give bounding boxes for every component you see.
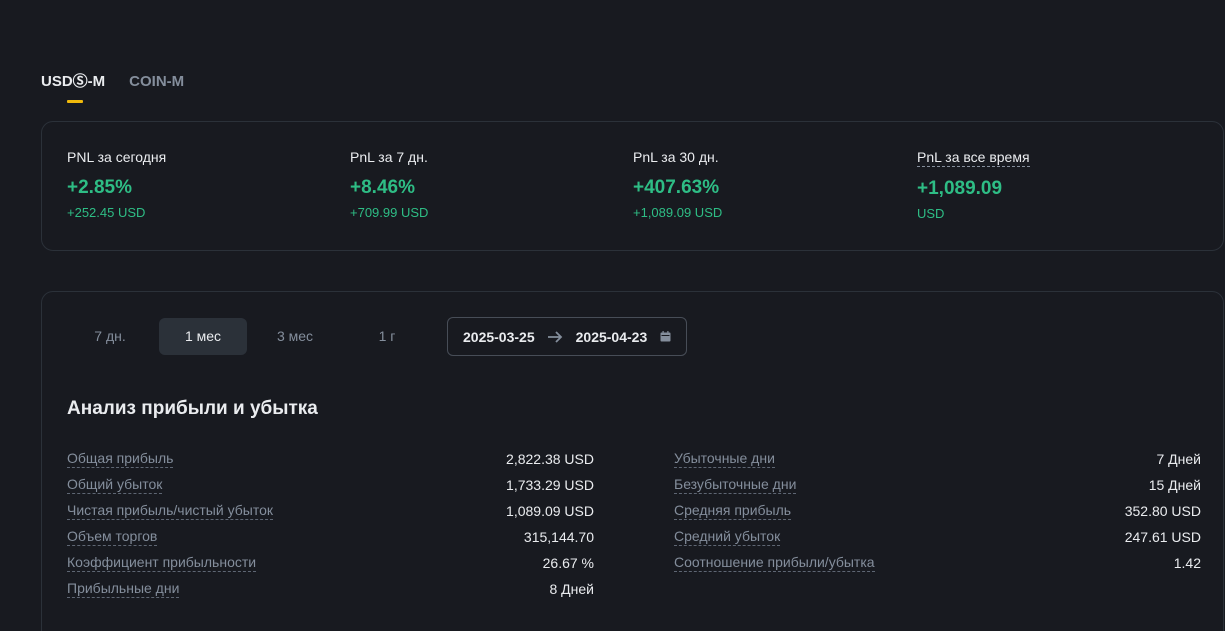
tab-usds-m[interactable]: USDⓈ-M [41, 72, 105, 104]
stat-row: Прибыльные дни 8 Дней [67, 579, 594, 599]
pnl-analysis-card: 7 дн. 1 мес 3 мес 1 г 2025-03-25 2025-04… [41, 291, 1224, 631]
pnl-all-time-label[interactable]: PnL за все время [917, 148, 1030, 167]
stat-label[interactable]: Средняя прибыль [674, 501, 792, 520]
stat-value: 7 Дней [1156, 451, 1202, 467]
pnl-30d-usd: +1,089.09 USD [633, 205, 723, 220]
pnl-all-time-value: +1,089.09 [917, 178, 1003, 199]
tab-coin-m-label: COIN-M [129, 73, 185, 90]
stat-value: 26.67 % [542, 555, 594, 571]
pnl-today-label: PNL за сегодня [67, 149, 167, 165]
pnl-30d-label: PnL за 30 дн. [633, 149, 719, 165]
period-3m-button[interactable]: 3 мес [256, 318, 334, 355]
period-1m-button[interactable]: 1 мес [159, 318, 247, 355]
stat-value: 1,089.09 USD [506, 503, 594, 519]
stat-label[interactable]: Коэффициент прибыльности [67, 553, 257, 572]
active-tab-indicator [67, 100, 83, 103]
tab-usds-m-label: USDⓈ-M [41, 73, 106, 90]
stat-value: 1,733.29 USD [506, 477, 594, 493]
stat-row: Средний убыток 247.61 USD [674, 527, 1201, 547]
pnl-7d-percent: +8.46% [350, 177, 415, 198]
calendar-icon[interactable] [660, 331, 671, 342]
stat-label[interactable]: Безубыточные дни [674, 475, 797, 494]
stat-value: 315,144.70 [523, 529, 594, 545]
stat-row: Коэффициент прибыльности 26.67 % [67, 553, 594, 573]
pnl-7d-label: PnL за 7 дн. [350, 149, 428, 165]
pnl-today: PNL за сегодня +2.85% +252.45 USD [67, 148, 166, 221]
stat-label[interactable]: Чистая прибыль/чистый убыток [67, 501, 273, 520]
stat-label[interactable]: Убыточные дни [674, 449, 775, 468]
stat-row: Убыточные дни 7 Дней [674, 449, 1201, 469]
stat-value: 8 Дней [549, 581, 595, 597]
stat-label[interactable]: Средний убыток [674, 527, 781, 546]
date-end[interactable]: 2025-04-23 [576, 329, 648, 345]
pnl-7d: PnL за 7 дн. +8.46% +709.99 USD [350, 148, 428, 221]
stat-row: Общая прибыль 2,822.38 USD [67, 449, 594, 469]
date-start[interactable]: 2025-03-25 [463, 329, 535, 345]
stat-row: Средняя прибыль 352.80 USD [674, 501, 1201, 521]
stat-label[interactable]: Прибыльные дни [67, 579, 180, 598]
stat-label[interactable]: Общий убыток [67, 475, 163, 494]
market-tabs: USDⓈ-M COIN-M [41, 72, 184, 104]
pnl-30d: PnL за 30 дн. +407.63% +1,089.09 USD [633, 148, 722, 221]
period-7d-button[interactable]: 7 дн. [71, 318, 149, 355]
pnl-today-percent: +2.85% [67, 177, 132, 198]
stat-value: 352.80 USD [1124, 503, 1201, 519]
date-range-picker[interactable]: 2025-03-25 2025-04-23 [447, 317, 687, 356]
stat-label[interactable]: Соотношение прибыли/убытка [674, 553, 875, 572]
stat-row: Безубыточные дни 15 Дней [674, 475, 1201, 495]
stat-row: Соотношение прибыли/убытка 1.42 [674, 553, 1201, 573]
pnl-30d-percent: +407.63% [633, 177, 720, 198]
pnl-all-time: PnL за все время +1,089.09 USD [917, 148, 1030, 222]
arrow-right-icon [547, 330, 563, 344]
period-1y-button[interactable]: 1 г [348, 318, 426, 355]
stat-value: 1.42 [1173, 555, 1201, 571]
stat-value: 247.61 USD [1124, 529, 1201, 545]
stat-label[interactable]: Общая прибыль [67, 449, 174, 468]
stat-value: 2,822.38 USD [506, 451, 594, 467]
stat-value: 15 Дней [1148, 477, 1201, 493]
pnl-7d-usd: +709.99 USD [350, 205, 429, 220]
pnl-all-time-currency: USD [917, 206, 945, 221]
tab-coin-m[interactable]: COIN-M [129, 72, 184, 104]
stat-row: Объем торгов 315,144.70 [67, 527, 594, 547]
analysis-title: Анализ прибыли и убытка [67, 398, 318, 419]
pnl-today-usd: +252.45 USD [67, 205, 146, 220]
pnl-summary-card: PNL за сегодня +2.85% +252.45 USD PnL за… [41, 121, 1224, 251]
stat-row: Общий убыток 1,733.29 USD [67, 475, 594, 495]
stat-label[interactable]: Объем торгов [67, 527, 158, 546]
stat-row: Чистая прибыль/чистый убыток 1,089.09 US… [67, 501, 594, 521]
